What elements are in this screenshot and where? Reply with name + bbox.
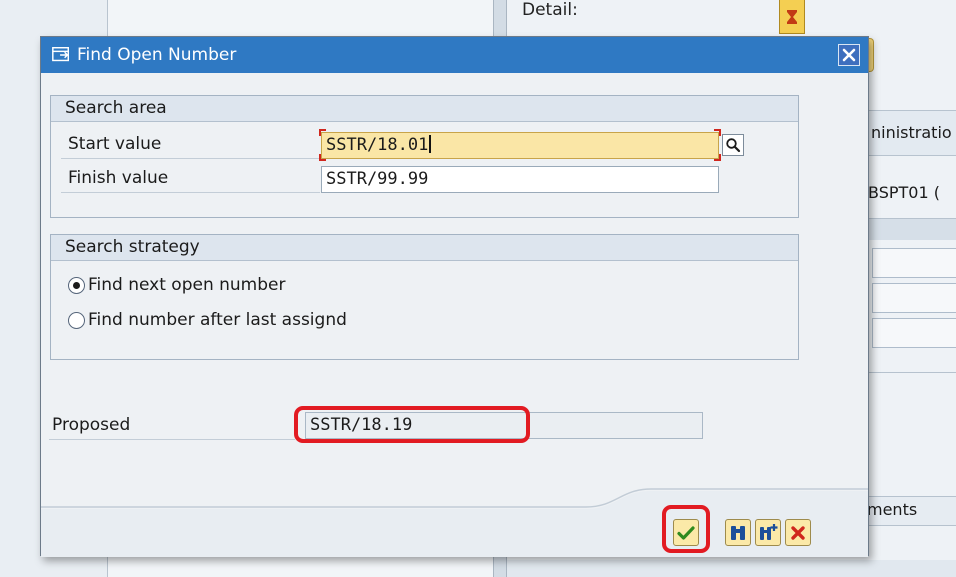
find-open-number-dialog: Find Open Number Search area Start value… [40, 36, 869, 557]
magnifier-icon [726, 138, 741, 153]
binoculars-icon [731, 525, 745, 540]
background-field[interactable] [872, 283, 956, 313]
search-area-group: Search area Start value SSTR/18.01 Finis… [50, 95, 799, 218]
finish-value-field[interactable]: SSTR/99.99 [321, 166, 719, 193]
background-divider [868, 372, 956, 373]
row-divider [61, 158, 320, 159]
background-text: BSPT01 ( [868, 183, 940, 202]
proposed-label: Proposed [52, 415, 131, 435]
cancel-x-icon [791, 525, 805, 540]
search-help-button[interactable] [722, 134, 744, 156]
background-tab-header[interactable]: ninistratio [868, 110, 956, 156]
radio-button[interactable] [68, 276, 85, 294]
finish-value-label: Finish value [68, 168, 169, 188]
radio-label: Find number after last assignd [88, 310, 347, 330]
required-field-marker [714, 154, 721, 161]
close-icon [842, 48, 856, 62]
find-next-button[interactable] [755, 519, 781, 546]
background-field[interactable] [872, 248, 956, 278]
required-field-marker [714, 129, 721, 136]
text-caret [429, 135, 432, 153]
row-divider [49, 439, 295, 440]
checkmark-icon [677, 525, 695, 540]
proposed-value-field[interactable]: SSTR/18.19 [305, 412, 703, 439]
background-bottom-bar [507, 560, 956, 577]
start-value-field[interactable]: SSTR/18.01 [321, 132, 719, 159]
close-button[interactable] [838, 44, 860, 66]
background-tab-ments[interactable]: ments [860, 496, 956, 526]
radio-label: Find next open number [88, 275, 286, 295]
start-value-label: Start value [68, 134, 162, 154]
radio-selected-dot [73, 281, 80, 289]
required-field-marker [319, 129, 326, 136]
search-strategy-title: Search strategy [51, 235, 798, 261]
find-button[interactable] [725, 519, 751, 546]
required-field-marker [319, 154, 326, 161]
continue-button[interactable] [673, 519, 699, 546]
search-strategy-group: Search strategy Find next open number Fi… [50, 234, 799, 360]
dialog-title: Find Open Number [77, 45, 237, 65]
search-area-title: Search area [51, 96, 798, 122]
window-popup-icon [50, 44, 72, 66]
hourglass-icon[interactable] [779, 0, 805, 34]
binoculars-plus-icon [760, 523, 778, 540]
background-field-bar [868, 218, 956, 240]
cancel-button[interactable] [785, 519, 811, 546]
start-value-text: SSTR/18.01 [326, 135, 429, 155]
dialog-titlebar[interactable]: Find Open Number [41, 37, 868, 73]
detail-label: Detail: [522, 0, 578, 20]
radio-find-next-open[interactable]: Find next open number [68, 275, 285, 295]
radio-find-after-last[interactable]: Find number after last assignd [68, 310, 347, 330]
background-field[interactable] [872, 318, 956, 348]
row-divider [61, 192, 320, 193]
radio-button[interactable] [68, 311, 85, 329]
